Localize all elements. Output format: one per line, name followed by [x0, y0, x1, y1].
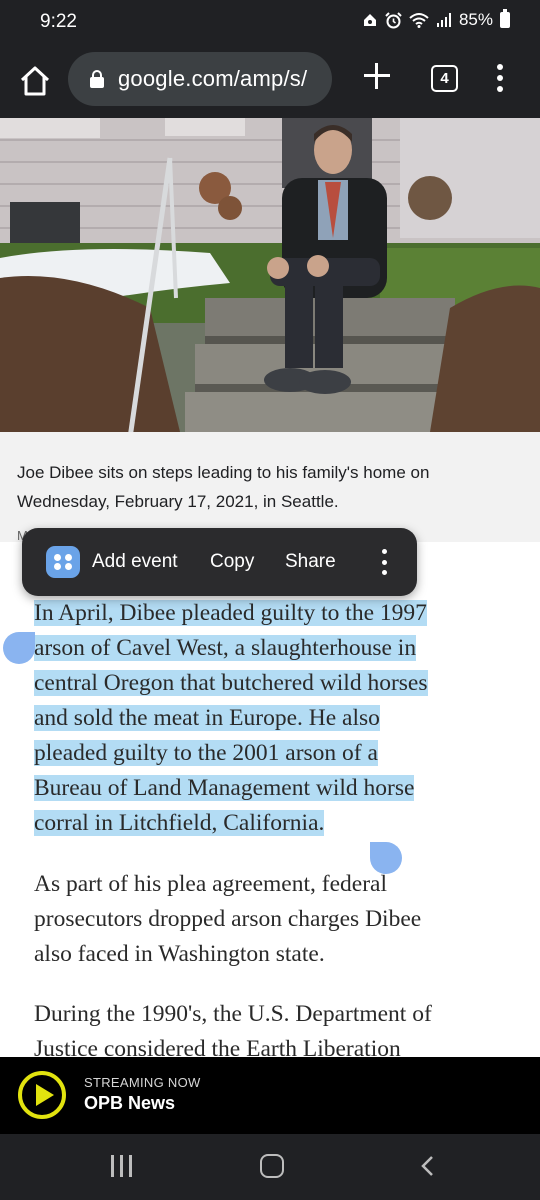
- share-button[interactable]: Share: [285, 551, 336, 573]
- text-line: prosecutors dropped arson charges Dibee: [34, 906, 422, 932]
- photo-caption-area: Joe Dibee sits on steps leading to his f…: [0, 432, 540, 543]
- tab-count: 4: [440, 70, 449, 87]
- wifi-icon: [409, 13, 429, 28]
- battery-icon: [500, 9, 510, 28]
- url-text[interactable]: google.com/amp/s/: [118, 66, 307, 92]
- article-photo: [0, 118, 540, 432]
- new-tab-icon[interactable]: [362, 61, 392, 91]
- samsung-calendar-icon[interactable]: [46, 546, 80, 578]
- article-paragraph-2: As part of his plea agreement, federal p…: [34, 867, 514, 972]
- clock: 9:22: [40, 11, 77, 32]
- home-status-icon: [363, 14, 376, 26]
- article-paragraph-3: During the 1990's, the U.S. Department o…: [34, 997, 514, 1057]
- selected-text-line[interactable]: central Oregon that butchered wild horse…: [34, 670, 428, 696]
- home-icon[interactable]: [18, 64, 52, 98]
- selected-text-line[interactable]: corral in Litchfield, California.: [34, 810, 325, 836]
- text-line: Justice considered the Earth Liberation: [34, 1036, 401, 1057]
- alarm-icon: [385, 11, 402, 28]
- text-line: also faced in Washington state.: [34, 941, 325, 967]
- tab-switcher-icon[interactable]: 4: [431, 65, 458, 92]
- streaming-label: STREAMING NOW: [84, 1075, 201, 1090]
- recents-icon[interactable]: [111, 1155, 133, 1177]
- more-vert-icon[interactable]: [490, 62, 510, 94]
- text-line: During the 1990's, the U.S. Department o…: [34, 1001, 432, 1027]
- home-nav-icon[interactable]: [260, 1154, 284, 1178]
- browser-toolbar: google.com/amp/s/ 4: [0, 46, 540, 118]
- battery-percent: 85%: [458, 10, 493, 29]
- selected-text-line[interactable]: Bureau of Land Management wild horse: [34, 775, 415, 801]
- more-options-icon[interactable]: [380, 549, 388, 575]
- status-bar: 9:22 85%: [0, 0, 540, 46]
- back-icon[interactable]: [417, 1155, 439, 1177]
- article-paragraph-1: In April, Dibee pleaded guilty to the 19…: [34, 596, 514, 841]
- text-selection-menu: Add event Copy Share: [22, 528, 417, 596]
- selected-text-line[interactable]: and sold the meat in Europe. He also: [34, 705, 380, 731]
- streaming-bar[interactable]: STREAMING NOW OPB News: [0, 1057, 540, 1134]
- status-icons: 85%: [362, 9, 510, 30]
- selected-text-line[interactable]: In April, Dibee pleaded guilty to the 19…: [34, 600, 427, 626]
- system-nav-bar: [0, 1134, 540, 1200]
- selected-text-line[interactable]: pleaded guilty to the 2001 arson of a: [34, 740, 378, 766]
- selection-start-handle[interactable]: [3, 632, 35, 664]
- address-bar[interactable]: google.com/amp/s/: [68, 52, 332, 106]
- text-line: As part of his plea agreement, federal: [34, 871, 387, 897]
- copy-button[interactable]: Copy: [210, 551, 254, 573]
- play-icon[interactable]: [18, 1071, 66, 1119]
- add-event-button[interactable]: Add event: [92, 551, 178, 573]
- lock-icon[interactable]: [90, 70, 104, 88]
- photo-illustration: [0, 118, 540, 432]
- selected-text-line[interactable]: arson of Cavel West, a slaughterhouse in: [34, 635, 417, 661]
- station-name: OPB News: [84, 1093, 176, 1113]
- signal-icon: [436, 13, 451, 27]
- photo-caption: Joe Dibee sits on steps leading to his f…: [17, 463, 430, 511]
